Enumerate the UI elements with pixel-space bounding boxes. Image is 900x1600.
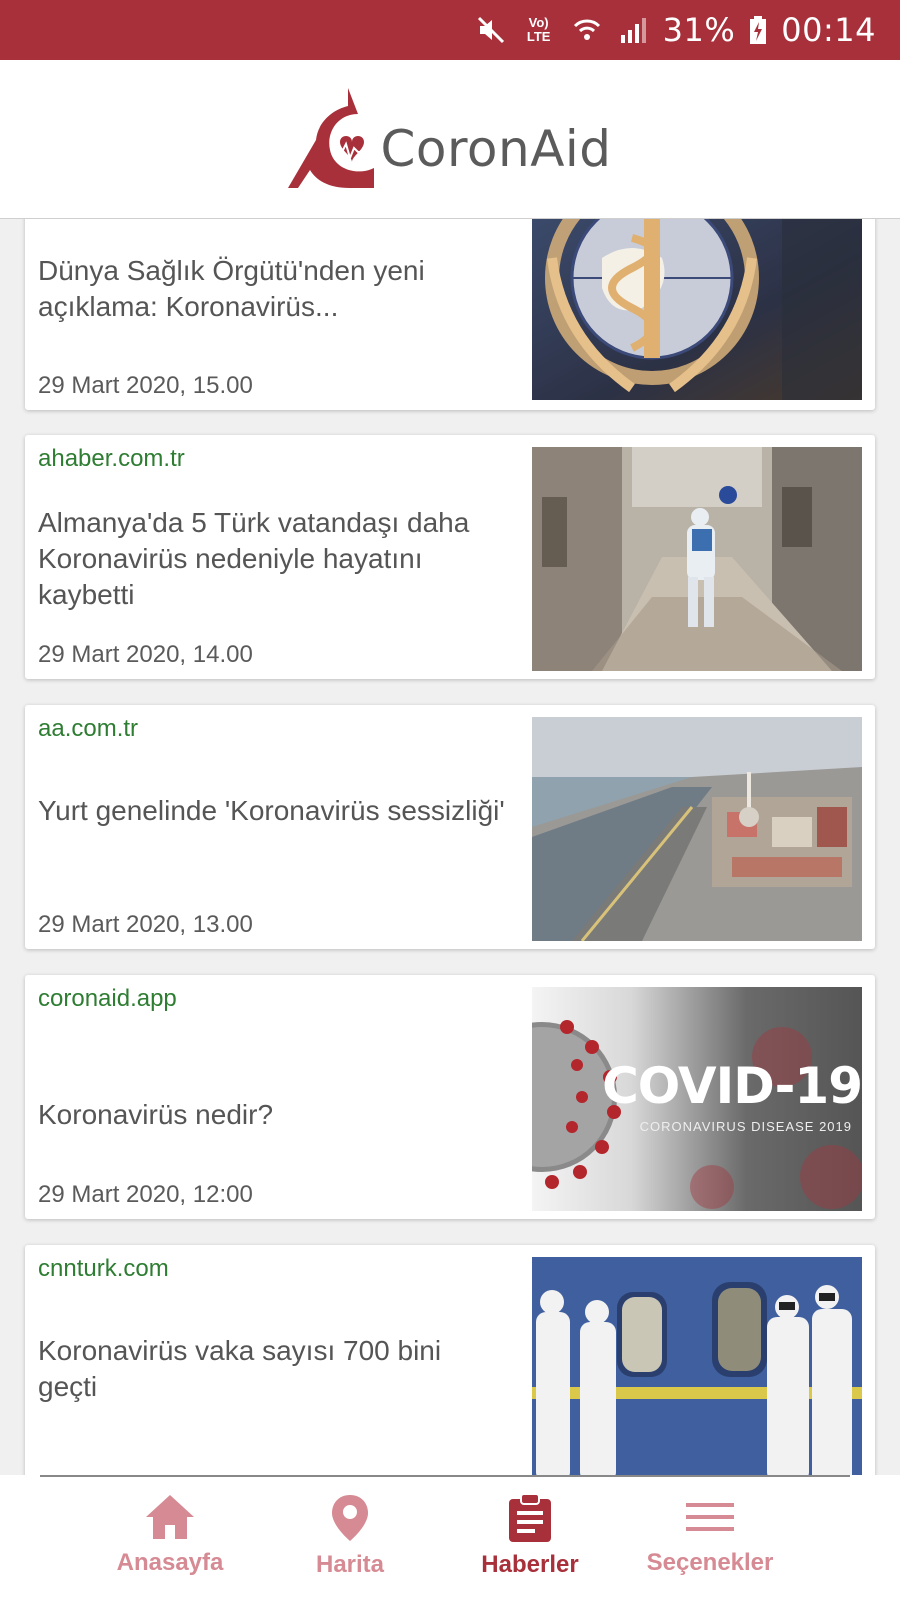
- covid-19-image: COVID-19 CORONAVIRUS DISEASE 2019: [532, 987, 862, 1211]
- battery-percent: 31%: [662, 11, 736, 49]
- coronaid-logo-icon: [288, 88, 375, 188]
- status-bar: Vo) LTE 31% 00:14: [0, 0, 900, 60]
- clipboard-icon: [509, 1493, 551, 1542]
- news-feed[interactable]: Dünya Sağlık Örgütü'nden yeni açıklama: …: [0, 219, 900, 1475]
- home-icon: [146, 1495, 194, 1539]
- news-title: Koronavirüs nedir?: [38, 1099, 274, 1130]
- news-card[interactable]: cnnturk.com Koronavirüs vaka sayısı 700 …: [25, 1245, 875, 1475]
- covid-image-subtext: CORONAVIRUS DISEASE 2019: [639, 1119, 852, 1134]
- nav-item-news[interactable]: Haberler: [440, 1493, 620, 1579]
- nav-item-home[interactable]: Anasayfa: [80, 1493, 260, 1577]
- news-title: Almanya'da 5 Türk vatandaşı daha Koronav…: [38, 507, 470, 610]
- news-date: 29 Mart 2020, 13.00: [38, 911, 253, 938]
- news-title: Yurt genelinde 'Koronavirüs sessizliği': [38, 795, 505, 826]
- news-title: Dünya Sağlık Örgütü'nden yeni açıklama: …: [38, 255, 425, 322]
- news-source[interactable]: cnnturk.com: [38, 1255, 169, 1283]
- mute-icon: [475, 14, 507, 46]
- nav-item-map[interactable]: Harita: [260, 1493, 440, 1579]
- map-pin-icon: [332, 1495, 368, 1541]
- news-card[interactable]: coronaid.app Koronavirüs nedir? 29 Mart …: [25, 975, 875, 1219]
- clock: 00:14: [781, 11, 876, 49]
- nav-item-options[interactable]: Seçenekler: [620, 1493, 800, 1577]
- news-source[interactable]: aa.com.tr: [38, 715, 138, 743]
- who-emblem-image: [532, 219, 862, 400]
- menu-icon: [686, 1503, 734, 1531]
- train-hazmat-image: [532, 1257, 862, 1475]
- news-card[interactable]: Dünya Sağlık Örgütü'nden yeni açıklama: …: [25, 219, 875, 410]
- news-source[interactable]: coronaid.app: [38, 985, 177, 1013]
- news-card[interactable]: ahaber.com.tr Almanya'da 5 Türk vatandaş…: [25, 435, 875, 679]
- app-logo: CoronAid: [288, 84, 611, 194]
- nav-label: Haberler: [481, 1551, 579, 1578]
- app-header: CoronAid: [0, 60, 900, 219]
- bottom-nav: Anasayfa Harita Haberler Seçenekler: [0, 1475, 900, 1600]
- wifi-icon: [571, 14, 603, 46]
- battery-charging-icon: [749, 14, 767, 46]
- app-name: CoronAid: [380, 120, 612, 178]
- news-title: Koronavirüs vaka sayısı 700 bini geçti: [38, 1335, 442, 1402]
- news-card[interactable]: aa.com.tr Yurt genelinde 'Koronavirüs se…: [25, 705, 875, 949]
- nav-divider: [40, 1475, 850, 1477]
- news-date: 29 Mart 2020, 14.00: [38, 641, 253, 668]
- news-date: 29 Mart 2020, 15.00: [38, 372, 253, 399]
- disinfection-worker-image: [532, 447, 862, 671]
- signal-icon: [617, 14, 649, 46]
- nav-label: Seçenekler: [646, 1549, 774, 1576]
- nav-label: Harita: [315, 1551, 385, 1578]
- news-date: 29 Mart 2020, 12:00: [38, 1181, 253, 1208]
- istanbul-aerial-image: [532, 717, 862, 941]
- volte-lte-icon: Vo) LTE: [526, 15, 551, 44]
- nav-label: Anasayfa: [116, 1549, 224, 1576]
- news-source[interactable]: ahaber.com.tr: [38, 445, 185, 473]
- covid-image-text: COVID-19: [602, 1057, 862, 1115]
